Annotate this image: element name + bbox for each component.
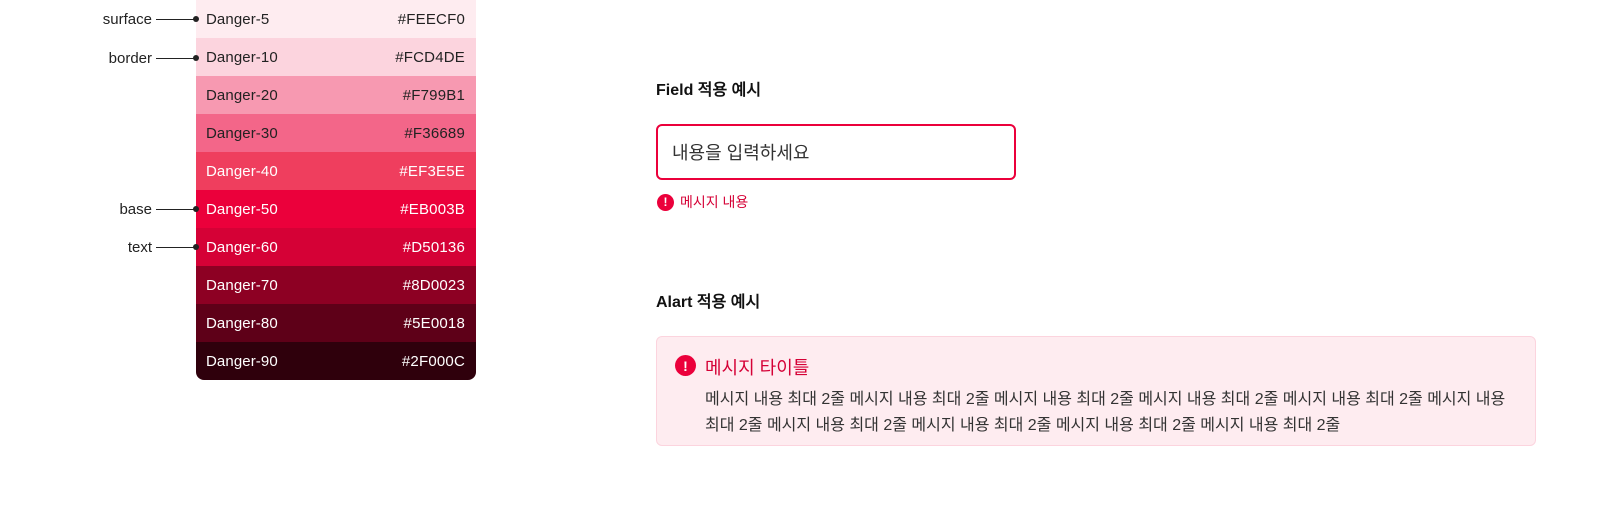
callout-border: border — [0, 48, 199, 68]
callout-label: surface — [102, 10, 152, 28]
callout-dot — [193, 54, 199, 61]
field-error-message: ! 메시지 내용 — [657, 192, 748, 212]
error-icon: ! — [657, 193, 674, 211]
swatch-hex: #F36689 — [404, 124, 465, 142]
swatch-name: Danger-60 — [206, 238, 278, 256]
swatch-danger-80: Danger-80 #5E0018 — [196, 304, 476, 342]
swatch-hex: #5E0018 — [403, 314, 465, 332]
swatch-name: Danger-70 — [206, 276, 278, 294]
swatch-hex: #D50136 — [402, 238, 465, 256]
error-text: 메시지 내용 — [680, 194, 749, 210]
alert-body: 메시지 내용 최대 2줄 메시지 내용 최대 2줄 메시지 내용 최대 2줄 메… — [705, 391, 1506, 434]
callout-line — [156, 54, 199, 61]
alert-box: ! 메시지 타이틀 메시지 내용 최대 2줄 메시지 내용 최대 2줄 메시지 … — [656, 336, 1536, 446]
swatch-hex: #2F000C — [401, 352, 465, 370]
callout-label: border — [108, 49, 152, 67]
swatch-danger-90: Danger-90 #2F000C — [196, 342, 476, 380]
swatch-danger-20: Danger-20 #F799B1 — [196, 76, 476, 114]
swatch-danger-5: Danger-5 #FEECF0 — [196, 0, 476, 38]
callout-surface: surface — [0, 9, 199, 29]
swatch-danger-30: Danger-30 #F36689 — [196, 114, 476, 152]
swatch-danger-50: Danger-50 #EB003B — [196, 190, 476, 228]
swatch-name: Danger-10 — [206, 48, 278, 66]
callout-label: text — [127, 238, 152, 256]
swatch-hex: #EF3E5E — [399, 162, 465, 180]
swatch-hex: #FCD4DE — [395, 48, 465, 66]
callout-line — [156, 205, 199, 212]
callout-text: text — [0, 237, 199, 257]
callout-line — [156, 15, 199, 22]
swatch-name: Danger-20 — [206, 86, 278, 104]
alert-error-icon: ! — [675, 355, 696, 376]
text-input-error[interactable]: 내용을 입력하세요 — [656, 124, 1016, 180]
swatch-name: Danger-90 — [206, 352, 278, 370]
swatch-hex: #FEECF0 — [397, 10, 465, 28]
callout-label: base — [119, 200, 152, 218]
callout-line — [156, 243, 199, 250]
swatch-danger-70: Danger-70 #8D0023 — [196, 266, 476, 304]
callout-dot — [193, 15, 199, 22]
swatch-name: Danger-80 — [206, 314, 278, 332]
swatch-name: Danger-50 — [206, 200, 278, 218]
alert-title: 메시지 타이틀 — [705, 358, 810, 378]
input-value: 내용을 입력하세요 — [672, 143, 810, 163]
swatch-hex: #8D0023 — [402, 276, 465, 294]
swatch-danger-10: Danger-10 #FCD4DE — [196, 38, 476, 76]
callout-base: base — [0, 199, 199, 219]
danger-color-palette: Danger-5 #FEECF0 Danger-10 #FCD4DE Dange… — [196, 0, 476, 380]
swatch-name: Danger-30 — [206, 124, 278, 142]
swatch-danger-40: Danger-40 #EF3E5E — [196, 152, 476, 190]
swatch-name: Danger-5 — [206, 10, 270, 28]
swatch-hex: #F799B1 — [402, 86, 465, 104]
swatch-danger-60: Danger-60 #D50136 — [196, 228, 476, 266]
field-example-title: Field 적용 예시 — [656, 82, 762, 99]
callout-dot — [193, 205, 199, 212]
swatch-hex: #EB003B — [400, 200, 465, 218]
callout-dot — [193, 243, 199, 250]
swatch-name: Danger-40 — [206, 162, 278, 180]
alert-example-title: Alart 적용 예시 — [656, 294, 761, 311]
